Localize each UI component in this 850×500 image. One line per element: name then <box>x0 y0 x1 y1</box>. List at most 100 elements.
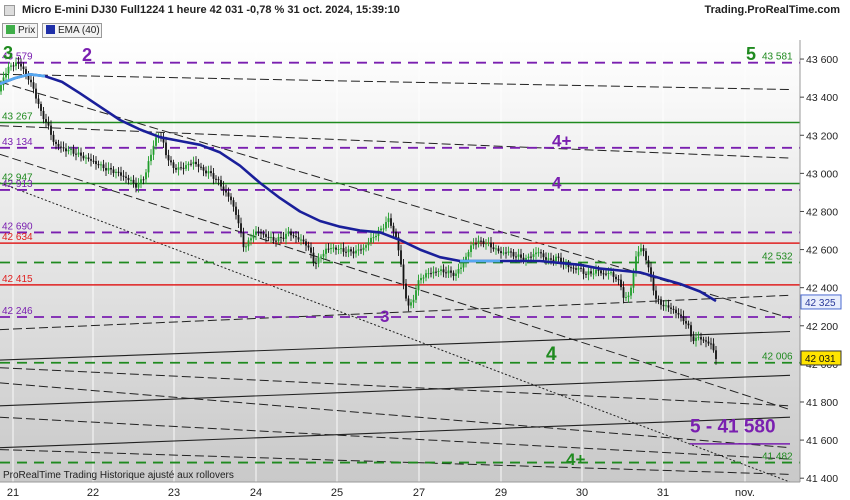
candle-body <box>205 170 207 174</box>
candle-body <box>167 155 170 161</box>
candle-body <box>255 231 257 235</box>
price-chart[interactable]: 43 57943 26743 13442 94742 91342 69042 6… <box>0 40 850 500</box>
candle-body <box>617 279 620 281</box>
candle-body <box>557 256 560 258</box>
candle-body <box>385 222 387 229</box>
candle-body <box>172 162 175 168</box>
candle-body <box>447 270 450 274</box>
candle-body <box>200 166 202 168</box>
candle-body <box>355 250 357 254</box>
x-tick-label: 24 <box>250 487 262 499</box>
candle-body <box>307 245 310 248</box>
candle-body <box>477 240 480 245</box>
candle-body <box>42 110 45 120</box>
wave-label: 3 <box>380 307 389 326</box>
candle-body <box>135 183 137 188</box>
candle-body <box>127 177 130 181</box>
candle-body <box>322 253 325 257</box>
legend-ema[interactable]: EMA (40) <box>42 23 102 38</box>
y-tick-label: 43 000 <box>806 168 838 180</box>
candle-body <box>642 248 645 252</box>
candle-body <box>35 88 37 99</box>
candle-body <box>482 240 485 245</box>
candle-body <box>270 236 272 238</box>
y-tick-label: 43 200 <box>806 130 838 142</box>
y-tick-label: 43 600 <box>806 54 838 66</box>
candle-body <box>695 337 697 342</box>
candle-body <box>577 267 580 270</box>
candle-body <box>350 249 352 252</box>
candle-body <box>40 103 42 111</box>
candle-body <box>570 267 572 269</box>
legend-price[interactable]: Prix <box>2 23 38 38</box>
candle-body <box>575 268 577 270</box>
candle-body <box>600 270 602 274</box>
legend-price-label: Prix <box>18 25 36 36</box>
candle-body <box>690 325 692 337</box>
candle-body <box>537 252 540 254</box>
candle-body <box>597 269 600 271</box>
candle-body <box>550 258 552 260</box>
candle-body <box>535 252 537 255</box>
candle-body <box>252 234 255 239</box>
candle-body <box>675 309 677 314</box>
candle-body <box>7 66 10 74</box>
candle-body <box>240 223 242 233</box>
candle-body <box>277 237 280 242</box>
candle-body <box>57 143 60 147</box>
candle-body <box>365 245 367 248</box>
price-swatch-icon <box>6 25 15 34</box>
candle-body <box>705 340 707 342</box>
candle-body <box>235 206 237 215</box>
candle-body <box>125 176 127 178</box>
candle-body <box>105 168 107 171</box>
window-menu-icon[interactable] <box>4 5 15 16</box>
candle-body <box>327 248 330 250</box>
candle-body <box>95 161 97 165</box>
footer-note: ProRealTime Trading Historique ajusté au… <box>3 470 234 481</box>
candle-body <box>237 214 240 224</box>
candle-body <box>585 273 587 275</box>
candle-body <box>352 251 355 254</box>
candle-body <box>515 256 517 258</box>
candle-body <box>262 233 265 235</box>
level-label: 43 267 <box>2 111 33 122</box>
candle-body <box>275 240 277 242</box>
candle-body <box>667 305 670 308</box>
level-label: 42 690 <box>2 221 33 232</box>
candle-body <box>432 271 435 274</box>
candle-body <box>662 304 665 307</box>
candle-body <box>655 290 657 299</box>
candle-body <box>372 237 375 239</box>
candle-body <box>17 62 20 64</box>
candle-body <box>412 299 415 303</box>
candle-body <box>495 248 497 250</box>
candle-body <box>70 148 72 150</box>
level-label: 43 134 <box>2 137 33 148</box>
candle-body <box>215 178 217 180</box>
candle-body <box>107 167 110 171</box>
candle-body <box>462 262 465 268</box>
ema-value-label: 42 325 <box>805 298 836 309</box>
candle-body <box>370 237 372 243</box>
candle-body <box>610 272 612 274</box>
candle-body <box>380 228 382 231</box>
candle-body <box>232 200 235 207</box>
x-tick-label: 27 <box>413 487 425 499</box>
candle-body <box>90 159 92 161</box>
candle-body <box>292 235 295 237</box>
candle-body <box>225 190 227 193</box>
candle-body <box>625 297 627 299</box>
candle-body <box>20 63 22 67</box>
candle-body <box>140 179 142 184</box>
candle-body <box>430 273 432 275</box>
candle-body <box>87 157 90 160</box>
candle-body <box>547 258 550 260</box>
x-tick-label: 23 <box>168 487 180 499</box>
level-label: 41 482 <box>762 452 793 463</box>
candle-body <box>682 316 685 322</box>
candle-body <box>302 239 305 242</box>
candle-body <box>110 167 112 170</box>
x-tick-label: nov. <box>735 487 755 499</box>
candle-body <box>332 247 335 249</box>
